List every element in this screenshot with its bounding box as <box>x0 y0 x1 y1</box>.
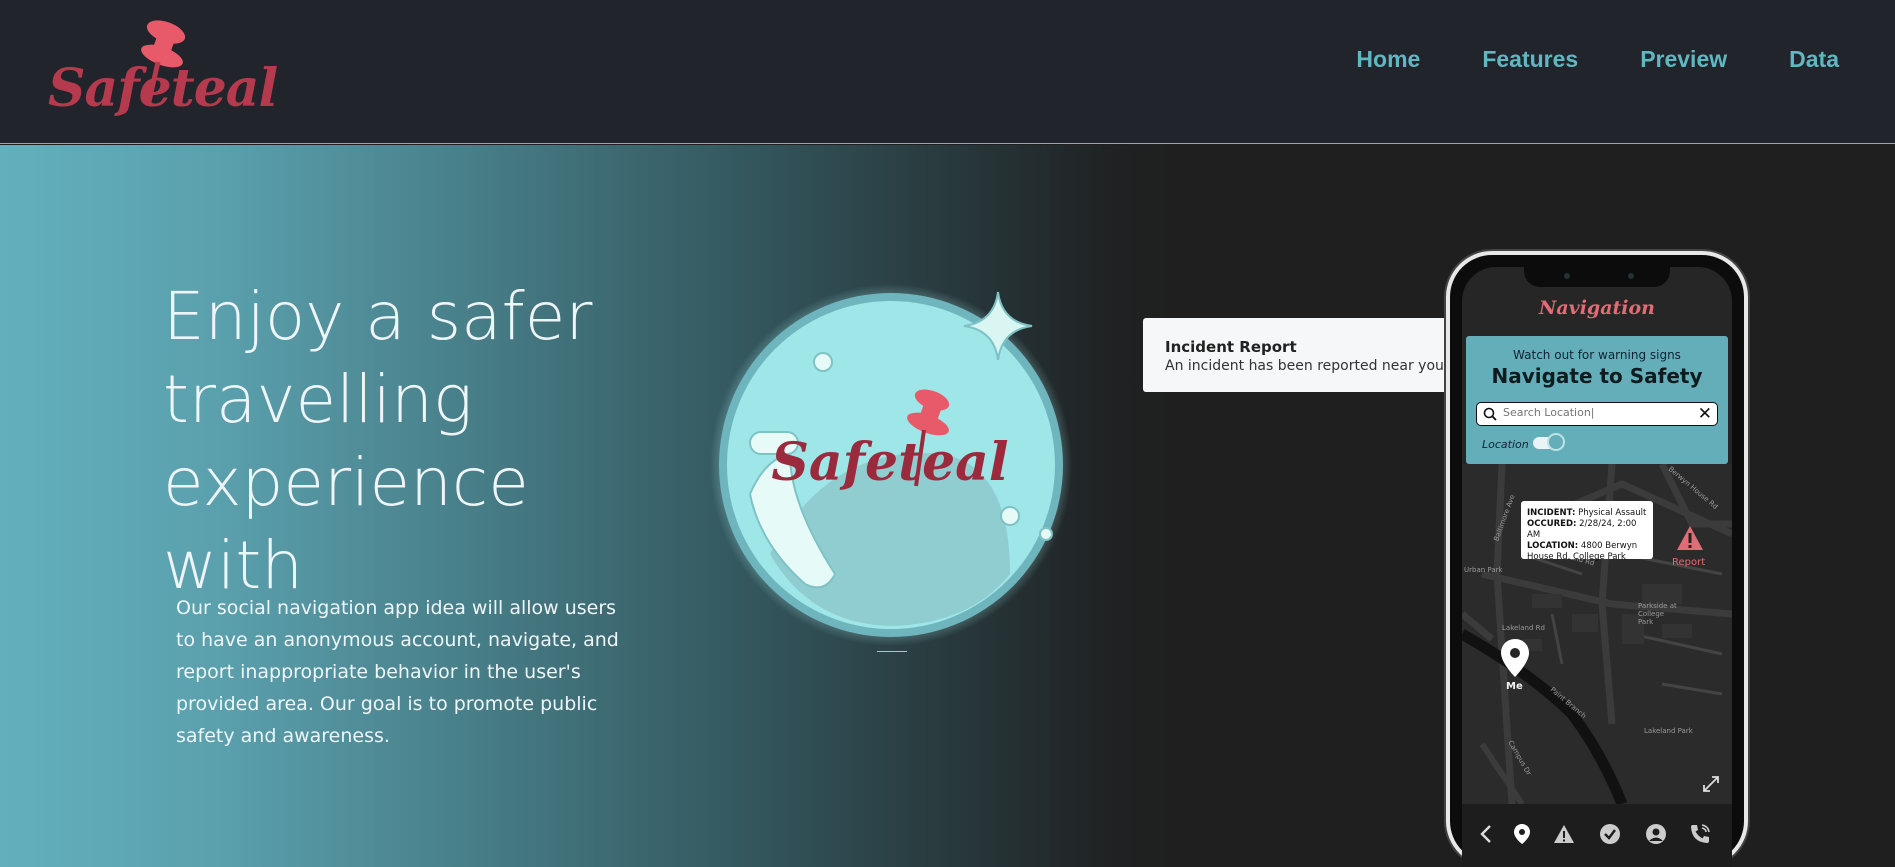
check-tab-icon[interactable] <box>1598 822 1622 846</box>
map-label: Urban Park <box>1464 566 1503 574</box>
headline-line-2: travelling <box>163 361 473 438</box>
search-panel: Watch out for warning signs Navigate to … <box>1466 336 1728 464</box>
map-label: Lakeland Rd <box>1502 624 1545 632</box>
map-pin-tab-icon[interactable] <box>1510 822 1534 846</box>
expand-icon[interactable] <box>1702 775 1720 793</box>
location-toggle[interactable] <box>1533 433 1565 451</box>
camera-dot <box>1564 273 1570 279</box>
nav-home[interactable]: Home <box>1356 46 1420 73</box>
divider <box>877 651 907 652</box>
back-icon[interactable] <box>1474 822 1498 846</box>
toggle-knob <box>1547 433 1565 451</box>
bottom-tab-bar <box>1462 804 1732 867</box>
hero-headline: Enjoy a safer travelling experience with <box>163 275 683 607</box>
incident-type: INCIDENT: Physical Assault <box>1527 508 1647 518</box>
map-label: Parkside at College Park <box>1638 602 1677 626</box>
location-pin-icon <box>1501 639 1529 677</box>
brand-logo[interactable]: Safeteal <box>44 18 278 128</box>
search-input[interactable] <box>1503 406 1693 419</box>
location-label: Location <box>1482 438 1529 451</box>
report-label[interactable]: Report <box>1672 557 1705 568</box>
phone-screen: Navigation Watch out for warning signs N… <box>1462 267 1732 867</box>
globe-logo-illustration: Safeteal <box>710 284 1072 646</box>
navigate-heading: Navigate to Safety <box>1491 364 1703 388</box>
camera-dot <box>1628 273 1634 279</box>
warning-text: Watch out for warning signs <box>1513 348 1681 362</box>
hero-description: Our social navigation app idea will allo… <box>176 597 619 747</box>
globe-wordmark: Safeteal <box>771 432 1008 493</box>
alert-tab-icon[interactable] <box>1552 822 1576 846</box>
nav-preview[interactable]: Preview <box>1640 46 1727 73</box>
phone-call-tab-icon[interactable] <box>1688 822 1712 846</box>
screen-title: Navigation <box>1538 297 1655 319</box>
main-nav: Home Features Preview Data <box>1356 46 1839 73</box>
brand-wordmark: Safeteal <box>48 58 278 119</box>
profile-tab-icon[interactable] <box>1644 822 1668 846</box>
notification-title: Incident Report <box>1165 338 1297 356</box>
nav-features[interactable]: Features <box>1482 46 1578 73</box>
phone-notch <box>1524 267 1670 287</box>
site-header: Safeteal Home Features Preview Data <box>0 0 1895 144</box>
report-warning-icon[interactable] <box>1676 525 1704 551</box>
nav-data[interactable]: Data <box>1789 46 1839 73</box>
me-label: Me <box>1506 681 1523 692</box>
phone-mockup: Navigation Watch out for warning signs N… <box>1446 251 1748 867</box>
close-icon[interactable]: ✕ <box>1698 404 1712 424</box>
incident-time: OCCURED: 2/28/24, 2:00 AM <box>1527 519 1637 540</box>
notification-body: An incident has been reported near you. <box>1165 358 1449 374</box>
map-label: Lakeland Park <box>1644 727 1693 735</box>
search-box[interactable]: ✕ <box>1476 402 1718 426</box>
incident-location: LOCATION: 4800 Berwyn House Rd, College … <box>1527 541 1638 562</box>
headline-line-3: experience with <box>163 444 529 604</box>
headline-line-1: Enjoy a safer <box>163 278 593 355</box>
incident-popup[interactable]: INCIDENT: Physical Assault OCCURED: 2/28… <box>1521 501 1653 562</box>
search-icon <box>1483 407 1497 421</box>
